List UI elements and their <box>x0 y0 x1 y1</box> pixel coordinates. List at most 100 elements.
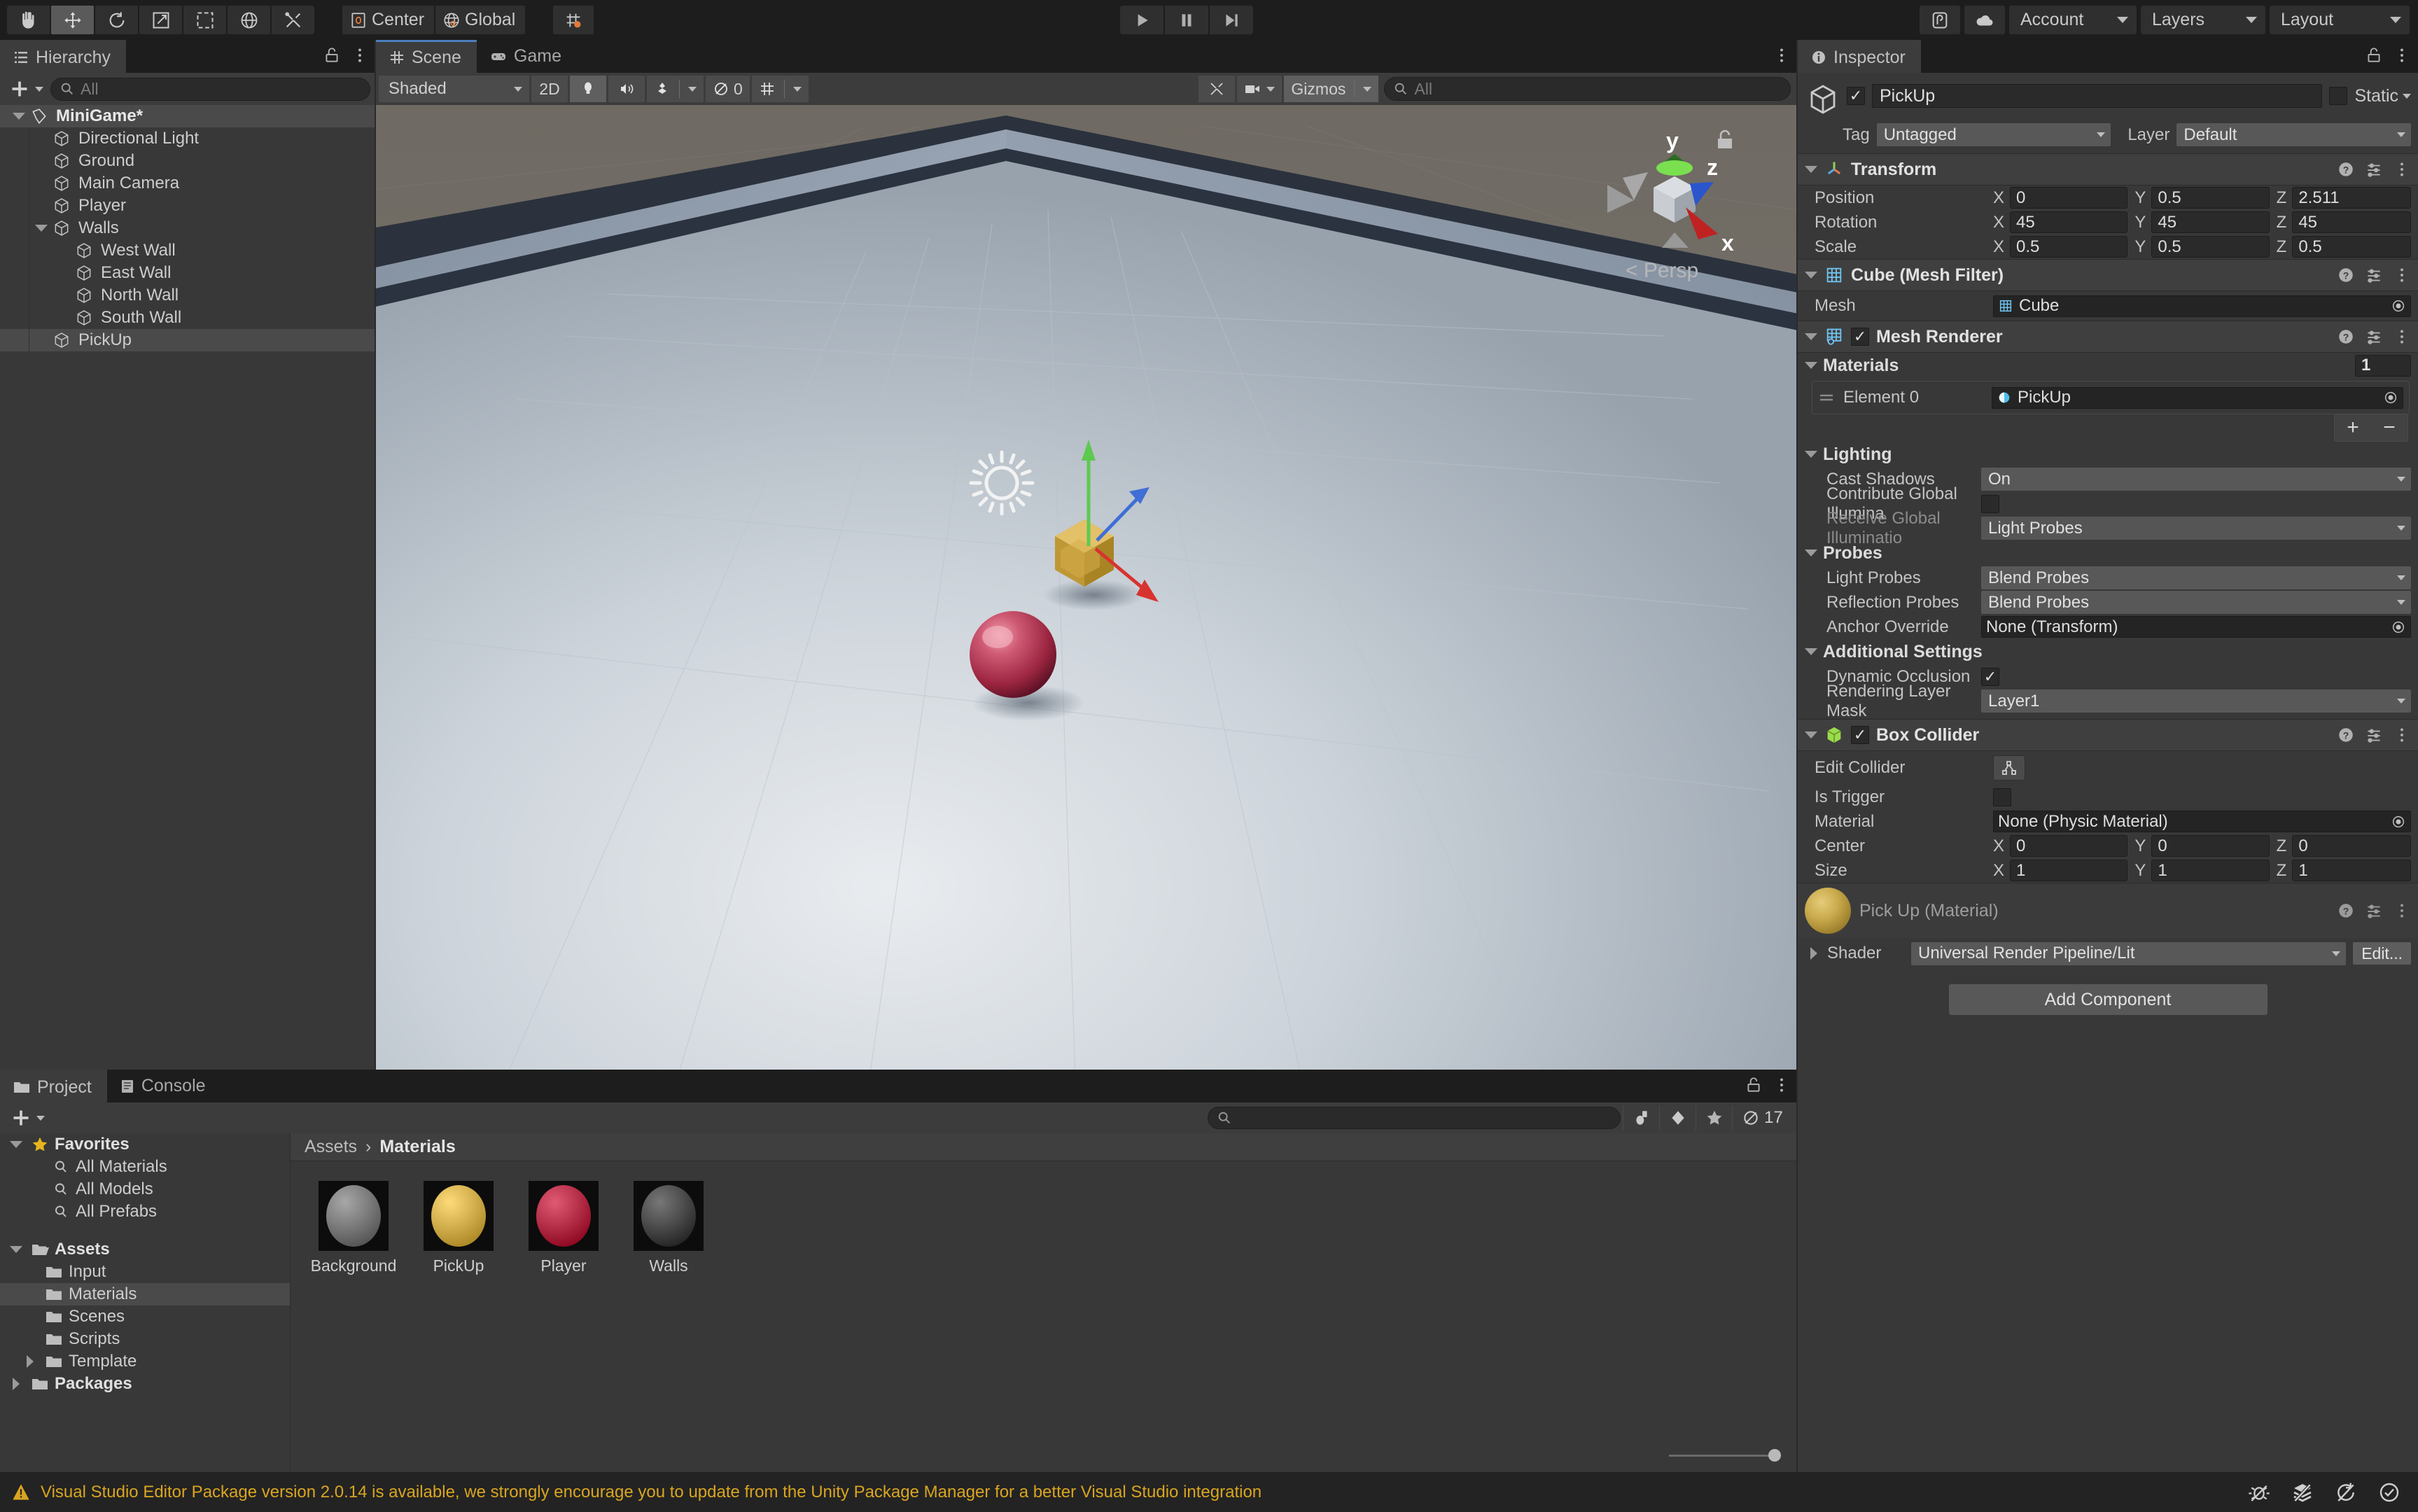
hierarchy-search-input[interactable]: All <box>50 78 370 101</box>
hierarchy-item-player[interactable]: Player <box>0 195 376 217</box>
foldout-arrow-icon[interactable] <box>7 1378 25 1390</box>
project-search-input[interactable] <box>1208 1107 1621 1129</box>
scene-audio-toggle[interactable] <box>608 76 645 102</box>
asset-item[interactable]: Player <box>522 1181 606 1275</box>
transform-position-y-input[interactable]: 0.5 <box>2151 187 2269 209</box>
scene-viewport[interactable]: y z x < Persp <box>376 105 1798 1102</box>
scene-effects-toggle[interactable] <box>647 76 704 102</box>
foldout-arrow-icon[interactable] <box>1805 166 1817 173</box>
layers-dropdown[interactable]: Layers <box>2141 6 2265 34</box>
hierarchy-item-minigame-[interactable]: MiniGame* <box>0 105 376 127</box>
foldout-arrow-icon[interactable] <box>7 1246 25 1253</box>
transform-position-x-input[interactable]: 0 <box>2010 187 2127 209</box>
cloud-icon[interactable] <box>1964 6 2005 34</box>
is-trigger-checkbox[interactable] <box>1993 788 2011 806</box>
scene-visibility-toggle[interactable]: 0 <box>706 76 750 102</box>
additional-settings-foldout[interactable]: Additional Settings <box>1798 639 2418 664</box>
foldout-arrow-icon[interactable] <box>1805 732 1817 738</box>
scene-grid-toggle[interactable] <box>752 76 809 102</box>
toggle-2d-button[interactable]: 2D <box>531 76 568 102</box>
layers-off-icon[interactable] <box>2281 1472 2324 1512</box>
foldout-arrow-icon[interactable] <box>1805 272 1817 279</box>
foldout-arrow-icon[interactable] <box>1805 648 1817 655</box>
scene-lighting-toggle[interactable] <box>570 76 606 102</box>
shader-dropdown[interactable]: Universal Render Pipeline/Lit <box>1911 942 2346 965</box>
project-favorite-all-models[interactable]: All Models <box>0 1178 290 1200</box>
object-picker-icon[interactable] <box>2391 298 2406 314</box>
hierarchy-item-east-wall[interactable]: East Wall <box>0 262 376 284</box>
layer-dropdown[interactable]: Default <box>2176 123 2411 146</box>
grid-snapping-button[interactable] <box>553 6 594 34</box>
step-button[interactable] <box>1210 6 1253 34</box>
tab-hierarchy[interactable]: Hierarchy <box>0 40 126 73</box>
help-icon[interactable]: ? <box>2337 160 2355 178</box>
collider-center-x-input[interactable]: 0 <box>2010 835 2127 857</box>
foldout-arrow-icon[interactable] <box>1805 333 1817 340</box>
hand-tool-button[interactable] <box>7 6 50 34</box>
hierarchy-item-main-camera[interactable]: Main Camera <box>0 172 376 195</box>
help-icon[interactable]: ? <box>2337 266 2355 284</box>
tab-game[interactable]: Game <box>477 40 577 73</box>
component-menu-icon[interactable] <box>2393 266 2411 284</box>
collider-size-y-input[interactable]: 1 <box>2151 860 2269 881</box>
asset-item[interactable]: Walls <box>627 1181 711 1275</box>
shading-mode-dropdown[interactable]: Shaded <box>379 76 529 102</box>
component-header-mesh-renderer[interactable]: Mesh Renderer ? <box>1798 321 2418 353</box>
object-picker-icon[interactable] <box>2391 620 2406 635</box>
project-folder-scripts[interactable]: Scripts <box>0 1328 290 1350</box>
tab-project[interactable]: Project <box>0 1070 107 1102</box>
materials-count-input[interactable]: 1 <box>2355 355 2411 377</box>
hierarchy-item-walls[interactable]: Walls <box>0 217 376 239</box>
component-menu-icon[interactable] <box>2393 726 2411 744</box>
foldout-arrow-icon[interactable] <box>1805 550 1817 556</box>
scene-orientation-gizmo[interactable]: y z x < Persp <box>1593 118 1754 286</box>
project-folder-input[interactable]: Input <box>0 1261 290 1283</box>
preset-icon[interactable] <box>2365 328 2383 346</box>
refresh-off-icon[interactable] <box>2324 1472 2368 1512</box>
debug-off-icon[interactable] <box>2237 1472 2281 1512</box>
custom-editor-tool-button[interactable] <box>272 6 314 34</box>
hierarchy-item-north-wall[interactable]: North Wall <box>0 284 376 307</box>
scale-tool-button[interactable] <box>139 6 182 34</box>
hierarchy-add-button[interactable] <box>6 79 48 99</box>
foldout-arrow-icon[interactable] <box>10 113 28 120</box>
object-picker-icon[interactable] <box>2383 390 2398 405</box>
zoom-slider-knob[interactable] <box>1768 1449 1781 1462</box>
mesh-renderer-enabled-checkbox[interactable] <box>1851 328 1869 346</box>
collider-center-y-input[interactable]: 0 <box>2151 835 2269 857</box>
check-circle-icon[interactable] <box>2368 1472 2411 1512</box>
hierarchy-item-ground[interactable]: Ground <box>0 150 376 172</box>
panel-menu-icon[interactable] <box>351 46 369 64</box>
project-assets-root[interactable]: Assets <box>0 1238 290 1261</box>
project-folder-template[interactable]: Template <box>0 1350 290 1373</box>
project-packages-root[interactable]: Packages <box>0 1373 290 1395</box>
foldout-arrow-icon[interactable] <box>7 1141 25 1148</box>
component-menu-icon[interactable] <box>2393 328 2411 346</box>
rendering-layer-dropdown[interactable]: Layer1 <box>1981 690 2411 713</box>
help-icon[interactable]: ? <box>2337 726 2355 744</box>
transform-tool-button[interactable] <box>228 6 270 34</box>
pivot-mode-button[interactable]: Center <box>342 6 434 34</box>
rect-tool-button[interactable] <box>183 6 226 34</box>
anchor-override-object-field[interactable]: None (Transform) <box>1981 616 2411 638</box>
hierarchy-item-south-wall[interactable]: South Wall <box>0 307 376 329</box>
preset-icon[interactable] <box>2365 902 2383 920</box>
materials-foldout[interactable]: Materials 1 <box>1798 353 2418 378</box>
scene-search-input[interactable]: All <box>1384 77 1791 101</box>
transform-scale-x-input[interactable]: 0.5 <box>2010 236 2127 258</box>
transform-scale-z-input[interactable]: 0.5 <box>2292 236 2411 258</box>
lock-icon[interactable] <box>323 46 341 64</box>
tab-console[interactable]: Console <box>107 1070 221 1102</box>
layout-dropdown[interactable]: Layout <box>2270 6 2410 34</box>
foldout-arrow-icon[interactable] <box>1805 451 1817 458</box>
play-button[interactable] <box>1120 6 1163 34</box>
gameobject-name-input[interactable]: PickUp <box>1872 84 2322 108</box>
asset-grid[interactable]: BackgroundPickUpPlayerWalls <box>291 1161 1798 1505</box>
rotate-tool-button[interactable] <box>95 6 138 34</box>
transform-scale-y-input[interactable]: 0.5 <box>2151 236 2269 258</box>
reflection-probes-dropdown[interactable]: Blend Probes <box>1981 591 2411 614</box>
component-header-mesh-filter[interactable]: Cube (Mesh Filter) ? <box>1798 259 2418 291</box>
box-collider-enabled-checkbox[interactable] <box>1851 726 1869 744</box>
transform-rotation-z-input[interactable]: 45 <box>2292 211 2411 233</box>
hierarchy-item-pickup[interactable]: PickUp <box>0 329 376 351</box>
